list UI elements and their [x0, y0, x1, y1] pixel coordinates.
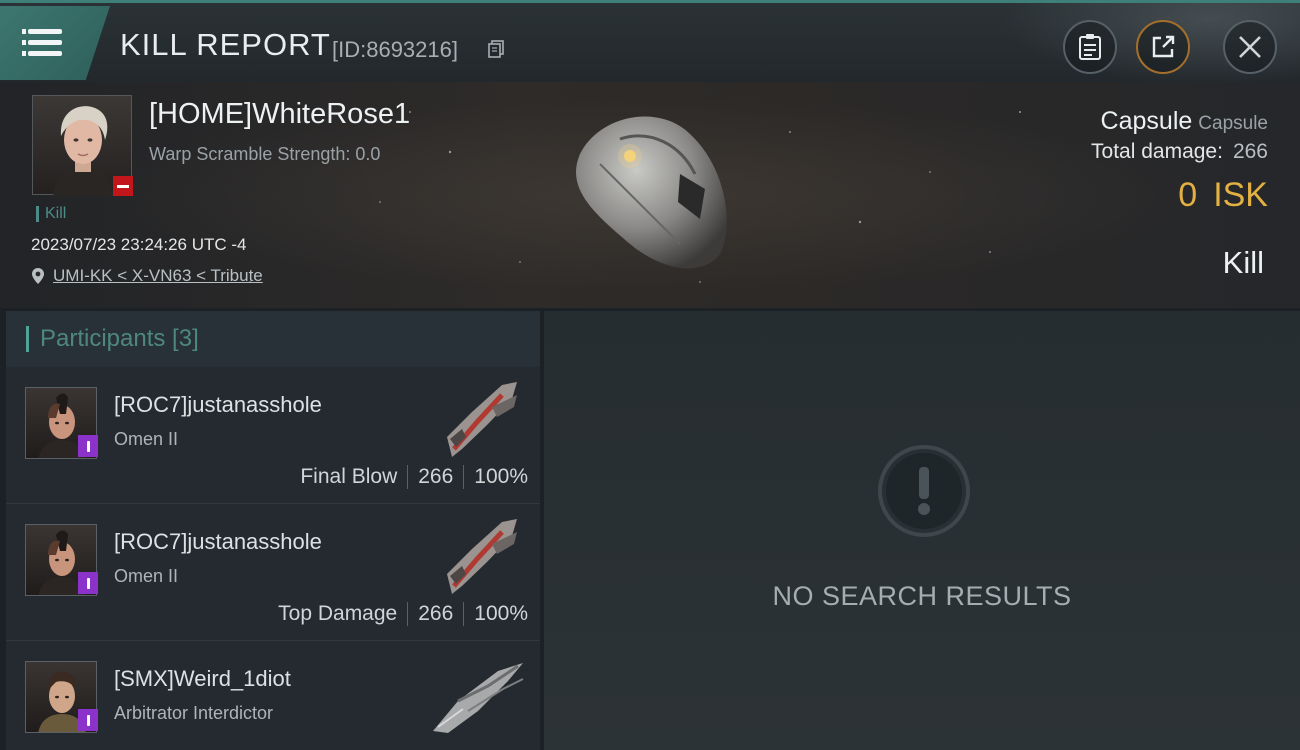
copy-icon[interactable]: [488, 40, 504, 58]
close-button[interactable]: [1223, 20, 1277, 74]
ship-name: Capsule: [1100, 107, 1193, 135]
kill-timestamp: 2023/07/23 23:24:26 UTC -4: [31, 235, 247, 254]
location-link[interactable]: UMI-KK < X-VN63 < Tribute: [31, 266, 263, 286]
report-id: [ID:8693216]: [332, 37, 458, 62]
hostile-badge: [113, 176, 133, 196]
total-damage-value: 266: [1232, 140, 1268, 163]
participant-row[interactable]: [SMX]Weird_1diot Arbitrator Interdictor: [6, 641, 540, 750]
stat-separator: [407, 465, 409, 489]
search-results-panel: NO SEARCH RESULTS: [544, 311, 1300, 750]
isk-unit: ISK: [1213, 176, 1268, 214]
clipboard-icon: [1079, 34, 1101, 60]
arbitrator-ship-image: [433, 663, 524, 733]
victim-banner: [HOME]WhiteRose1 Warp Scramble Strength:…: [0, 82, 1300, 308]
share-icon: [1152, 35, 1175, 58]
share-button[interactable]: [1136, 20, 1190, 74]
participants-title: Participants [3]: [40, 325, 199, 352]
no-results-message: NO SEARCH RESULTS: [772, 581, 1072, 611]
capsule-ship-image: [576, 116, 727, 269]
standing-badge: [78, 709, 98, 731]
kill-tag: Kill: [36, 206, 66, 222]
ship-class: Capsule: [1198, 113, 1268, 134]
participant-damage: 266: [418, 602, 454, 625]
participant-role: Final Blow: [300, 465, 398, 488]
participant-name[interactable]: [ROC7]justanasshole: [114, 529, 322, 555]
participant-stats: Top Damage 266 100%: [278, 602, 528, 626]
total-damage-label: Total damage:: [1091, 140, 1223, 163]
victim-name[interactable]: [HOME]WhiteRose1: [149, 98, 410, 131]
isk-value: 0 ISK: [1178, 176, 1268, 215]
kill-result: Kill: [1222, 245, 1264, 280]
participant-ship: Arbitrator Interdictor: [114, 703, 274, 723]
location-text: UMI-KK < X-VN63 < Tribute: [53, 266, 263, 285]
page-title: KILL REPORT: [120, 27, 331, 62]
stat-separator: [463, 602, 465, 626]
omen-ii-ship-image: [447, 382, 517, 457]
participant-name[interactable]: [SMX]Weird_1diot: [114, 666, 291, 692]
location-pin-icon: [32, 268, 44, 284]
participant-percent: 100%: [474, 465, 528, 488]
stat-separator: [407, 602, 409, 626]
exclamation-icon: [878, 445, 970, 537]
warp-scramble-strength: Warp Scramble Strength: 0.0: [149, 144, 381, 164]
participants-header: Participants [3]: [6, 311, 540, 367]
header-accent-bar: [26, 326, 29, 352]
menu-button[interactable]: [0, 6, 110, 80]
participant-ship: Omen II: [114, 566, 179, 586]
participant-row[interactable]: [ROC7]justanasshole Omen II Final Blow 2…: [6, 367, 540, 504]
omen-ii-ship-image: [447, 519, 517, 594]
participant-role: Top Damage: [278, 602, 398, 625]
standing-badge: [78, 572, 98, 594]
participant-name[interactable]: [ROC7]justanasshole: [114, 392, 322, 418]
standing-badge: [78, 435, 98, 457]
participant-ship: Omen II: [114, 429, 179, 449]
stat-separator: [463, 465, 465, 489]
total-damage: Total damage: 266: [1091, 140, 1268, 164]
hamburger-icon: [22, 29, 62, 57]
title-bar: KILL REPORT [ID:8693216]: [0, 0, 1300, 85]
victim-ship-type: Capsule Capsule: [1101, 107, 1268, 136]
clipboard-button[interactable]: [1063, 20, 1117, 74]
participants-panel: Participants [3] [ROC7]justanasshole Ome…: [6, 311, 540, 750]
close-icon: [1239, 36, 1261, 58]
participant-row[interactable]: [ROC7]justanasshole Omen II Top Damage 2…: [6, 504, 540, 641]
participant-percent: 100%: [474, 602, 528, 625]
participant-damage: 266: [418, 465, 454, 488]
participant-stats: Final Blow 266 100%: [300, 465, 528, 489]
isk-amount: 0: [1178, 176, 1198, 214]
